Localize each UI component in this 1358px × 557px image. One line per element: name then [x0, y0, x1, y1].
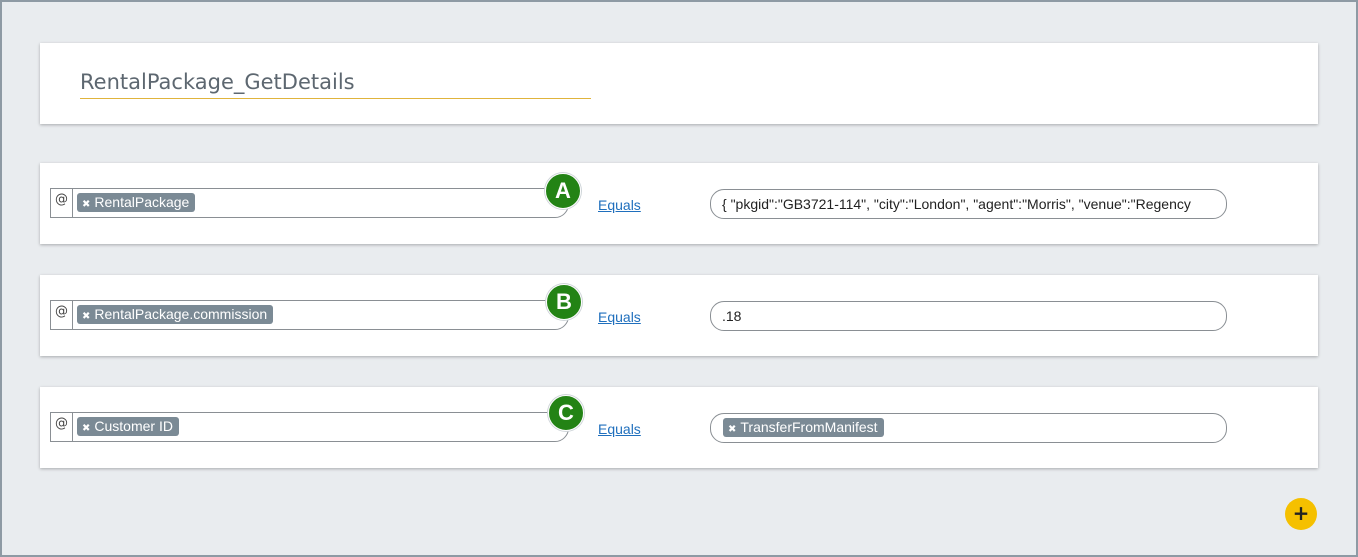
rhs-token-label: TransferFromManifest: [740, 419, 878, 435]
rule-editor: RentalPackage_GetDetails @ ✖ RentalPackag…: [0, 0, 1358, 557]
lhs-expression-field[interactable]: @ ✖ Customer ID: [50, 412, 569, 442]
lhs-token[interactable]: ✖ RentalPackage: [77, 193, 196, 212]
title-card: RentalPackage_GetDetails: [40, 43, 1318, 124]
lhs-token-label: RentalPackage.commission: [94, 306, 268, 322]
lhs-expression-field[interactable]: @ ✖ RentalPackage: [50, 188, 569, 218]
at-icon[interactable]: @: [51, 413, 73, 441]
operator-link[interactable]: Equals: [598, 197, 641, 213]
remove-token-icon[interactable]: ✖: [82, 423, 90, 434]
lhs-token-label: Customer ID: [94, 418, 173, 434]
condition-row: @ ✖ RentalPackage A Equals { "pkgid":"GB3…: [40, 163, 1318, 244]
remove-token-icon[interactable]: ✖: [82, 311, 90, 322]
rhs-token[interactable]: ✖ TransferFromManifest: [723, 418, 884, 437]
rhs-value-field[interactable]: ✖ TransferFromManifest: [710, 413, 1227, 443]
condition-row: @ ✖ RentalPackage.commission B Equals .18: [40, 275, 1318, 356]
operator-link[interactable]: Equals: [598, 421, 641, 437]
remove-token-icon[interactable]: ✖: [728, 424, 736, 435]
lhs-token-label: RentalPackage: [94, 194, 190, 210]
remove-token-icon[interactable]: ✖: [82, 199, 90, 210]
callout-badge: A: [545, 173, 581, 209]
operator-link[interactable]: Equals: [598, 309, 641, 325]
rhs-value-field[interactable]: { "pkgid":"GB3721-114", "city":"London",…: [710, 189, 1227, 219]
rhs-value: .18: [722, 308, 742, 324]
at-icon[interactable]: @: [51, 189, 73, 217]
rule-name-field[interactable]: RentalPackage_GetDetails: [80, 67, 591, 99]
at-icon[interactable]: @: [51, 301, 73, 329]
rhs-value-field[interactable]: .18: [710, 301, 1227, 331]
condition-row: @ ✖ Customer ID C Equals ✖ TransferFromMan…: [40, 387, 1318, 468]
lhs-token[interactable]: ✖ Customer ID: [77, 417, 179, 436]
rhs-value: { "pkgid":"GB3721-114", "city":"London",…: [722, 196, 1191, 212]
lhs-token[interactable]: ✖ RentalPackage.commission: [77, 305, 274, 324]
add-condition-button[interactable]: +: [1285, 498, 1317, 530]
lhs-expression-field[interactable]: @ ✖ RentalPackage.commission: [50, 300, 569, 330]
callout-badge: C: [548, 395, 584, 431]
rule-name: RentalPackage_GetDetails: [80, 70, 355, 94]
callout-badge: B: [546, 284, 582, 320]
